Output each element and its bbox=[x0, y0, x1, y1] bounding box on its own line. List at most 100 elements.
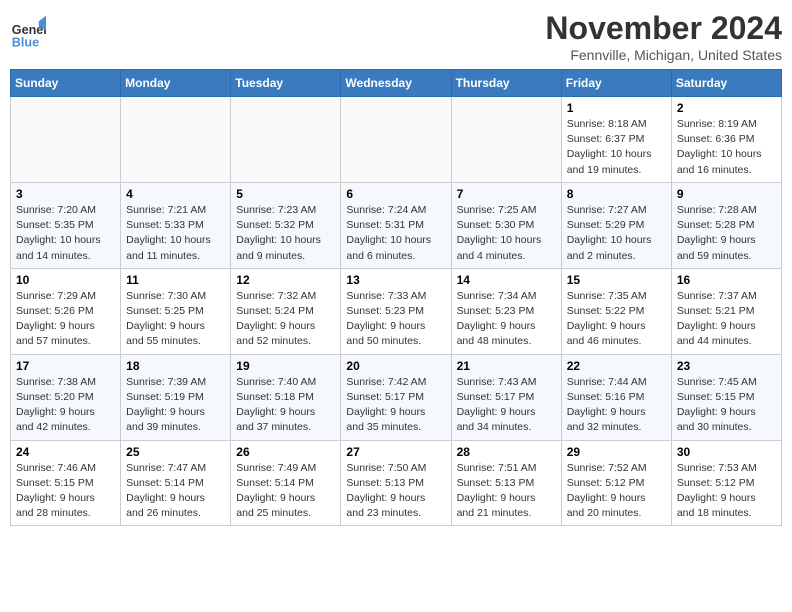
day-number: 15 bbox=[567, 273, 666, 287]
day-info: Sunrise: 7:33 AM Sunset: 5:23 PM Dayligh… bbox=[346, 289, 445, 350]
logo-icon: General Blue bbox=[10, 14, 46, 50]
day-info: Sunrise: 7:35 AM Sunset: 5:22 PM Dayligh… bbox=[567, 289, 666, 350]
day-number: 18 bbox=[126, 359, 225, 373]
day-number: 8 bbox=[567, 187, 666, 201]
calendar-cell bbox=[231, 97, 341, 183]
calendar-cell: 27 Sunrise: 7:50 AM Sunset: 5:13 PM Dayli… bbox=[341, 440, 451, 526]
location-title: Fennville, Michigan, United States bbox=[545, 47, 782, 63]
day-info: Sunrise: 7:52 AM Sunset: 5:12 PM Dayligh… bbox=[567, 461, 666, 522]
calendar-cell bbox=[11, 97, 121, 183]
calendar-cell: 6Sunrise: 7:24 AM Sunset: 5:31 PM Daylig… bbox=[341, 182, 451, 268]
calendar-week-5: 24 Sunrise: 7:46 AM Sunset: 5:15 PM Dayli… bbox=[11, 440, 782, 526]
day-info: Sunrise: 7:27 AM Sunset: 5:29 PM Dayligh… bbox=[567, 203, 666, 264]
day-info: Sunrise: 7:30 AM Sunset: 5:25 PM Dayligh… bbox=[126, 289, 225, 350]
calendar-cell: 1 Sunrise: 8:18 AM Sunset: 6:37 PM Daylig… bbox=[561, 97, 671, 183]
calendar-cell: 17Sunrise: 7:38 AM Sunset: 5:20 PM Dayli… bbox=[11, 354, 121, 440]
calendar-cell: 3Sunrise: 7:20 AM Sunset: 5:35 PM Daylig… bbox=[11, 182, 121, 268]
day-number: 16 bbox=[677, 273, 776, 287]
calendar-cell: 25 Sunrise: 7:47 AM Sunset: 5:14 PM Dayli… bbox=[121, 440, 231, 526]
calendar-week-2: 3Sunrise: 7:20 AM Sunset: 5:35 PM Daylig… bbox=[11, 182, 782, 268]
day-number: 1 bbox=[567, 101, 666, 115]
day-number: 29 bbox=[567, 445, 666, 459]
calendar-cell: 9Sunrise: 7:28 AM Sunset: 5:28 PM Daylig… bbox=[671, 182, 781, 268]
day-info: Sunrise: 7:37 AM Sunset: 5:21 PM Dayligh… bbox=[677, 289, 776, 350]
calendar-cell: 21 Sunrise: 7:43 AM Sunset: 5:17 PM Dayli… bbox=[451, 354, 561, 440]
calendar-cell: 8 Sunrise: 7:27 AM Sunset: 5:29 PM Daylig… bbox=[561, 182, 671, 268]
calendar-cell: 5Sunrise: 7:23 AM Sunset: 5:32 PM Daylig… bbox=[231, 182, 341, 268]
day-number: 23 bbox=[677, 359, 776, 373]
day-number: 24 bbox=[16, 445, 115, 459]
day-info: Sunrise: 7:21 AM Sunset: 5:33 PM Dayligh… bbox=[126, 203, 225, 264]
calendar-cell: 2 Sunrise: 8:19 AM Sunset: 6:36 PM Daylig… bbox=[671, 97, 781, 183]
month-title: November 2024 bbox=[545, 10, 782, 47]
calendar-week-3: 10 Sunrise: 7:29 AM Sunset: 5:26 PM Dayli… bbox=[11, 268, 782, 354]
calendar-cell: 19 Sunrise: 7:40 AM Sunset: 5:18 PM Dayli… bbox=[231, 354, 341, 440]
calendar-table: SundayMondayTuesdayWednesdayThursdayFrid… bbox=[10, 69, 782, 526]
title-area: November 2024 Fennville, Michigan, Unite… bbox=[545, 10, 782, 63]
day-info: Sunrise: 7:39 AM Sunset: 5:19 PM Dayligh… bbox=[126, 375, 225, 436]
calendar-cell: 18 Sunrise: 7:39 AM Sunset: 5:19 PM Dayli… bbox=[121, 354, 231, 440]
calendar-cell: 14 Sunrise: 7:34 AM Sunset: 5:23 PM Dayli… bbox=[451, 268, 561, 354]
day-number: 9 bbox=[677, 187, 776, 201]
day-number: 25 bbox=[126, 445, 225, 459]
day-number: 28 bbox=[457, 445, 556, 459]
calendar-cell: 22Sunrise: 7:44 AM Sunset: 5:16 PM Dayli… bbox=[561, 354, 671, 440]
day-info: Sunrise: 7:24 AM Sunset: 5:31 PM Dayligh… bbox=[346, 203, 445, 264]
calendar-week-4: 17Sunrise: 7:38 AM Sunset: 5:20 PM Dayli… bbox=[11, 354, 782, 440]
day-number: 22 bbox=[567, 359, 666, 373]
calendar-cell: 7 Sunrise: 7:25 AM Sunset: 5:30 PM Daylig… bbox=[451, 182, 561, 268]
header: General Blue November 2024 Fennville, Mi… bbox=[10, 10, 782, 63]
calendar-cell: 15 Sunrise: 7:35 AM Sunset: 5:22 PM Dayli… bbox=[561, 268, 671, 354]
day-info: Sunrise: 7:29 AM Sunset: 5:26 PM Dayligh… bbox=[16, 289, 115, 350]
day-number: 12 bbox=[236, 273, 335, 287]
day-info: Sunrise: 7:47 AM Sunset: 5:14 PM Dayligh… bbox=[126, 461, 225, 522]
logo: General Blue bbox=[10, 14, 46, 50]
day-number: 4 bbox=[126, 187, 225, 201]
day-info: Sunrise: 7:49 AM Sunset: 5:14 PM Dayligh… bbox=[236, 461, 335, 522]
calendar-cell: 13 Sunrise: 7:33 AM Sunset: 5:23 PM Dayli… bbox=[341, 268, 451, 354]
calendar-header-sunday: Sunday bbox=[11, 70, 121, 97]
day-info: Sunrise: 7:32 AM Sunset: 5:24 PM Dayligh… bbox=[236, 289, 335, 350]
calendar-cell: 12 Sunrise: 7:32 AM Sunset: 5:24 PM Dayli… bbox=[231, 268, 341, 354]
calendar-cell: 23 Sunrise: 7:45 AM Sunset: 5:15 PM Dayli… bbox=[671, 354, 781, 440]
day-number: 14 bbox=[457, 273, 556, 287]
day-info: Sunrise: 7:43 AM Sunset: 5:17 PM Dayligh… bbox=[457, 375, 556, 436]
day-info: Sunrise: 8:19 AM Sunset: 6:36 PM Dayligh… bbox=[677, 117, 776, 178]
day-number: 2 bbox=[677, 101, 776, 115]
calendar-header-row: SundayMondayTuesdayWednesdayThursdayFrid… bbox=[11, 70, 782, 97]
calendar-cell: 11 Sunrise: 7:30 AM Sunset: 5:25 PM Dayli… bbox=[121, 268, 231, 354]
calendar-week-1: 1 Sunrise: 8:18 AM Sunset: 6:37 PM Daylig… bbox=[11, 97, 782, 183]
day-info: Sunrise: 7:25 AM Sunset: 5:30 PM Dayligh… bbox=[457, 203, 556, 264]
calendar-header-friday: Friday bbox=[561, 70, 671, 97]
day-info: Sunrise: 8:18 AM Sunset: 6:37 PM Dayligh… bbox=[567, 117, 666, 178]
day-info: Sunrise: 7:51 AM Sunset: 5:13 PM Dayligh… bbox=[457, 461, 556, 522]
day-info: Sunrise: 7:42 AM Sunset: 5:17 PM Dayligh… bbox=[346, 375, 445, 436]
day-info: Sunrise: 7:50 AM Sunset: 5:13 PM Dayligh… bbox=[346, 461, 445, 522]
day-info: Sunrise: 7:46 AM Sunset: 5:15 PM Dayligh… bbox=[16, 461, 115, 522]
day-number: 30 bbox=[677, 445, 776, 459]
day-number: 13 bbox=[346, 273, 445, 287]
day-info: Sunrise: 7:40 AM Sunset: 5:18 PM Dayligh… bbox=[236, 375, 335, 436]
day-number: 10 bbox=[16, 273, 115, 287]
day-info: Sunrise: 7:34 AM Sunset: 5:23 PM Dayligh… bbox=[457, 289, 556, 350]
day-number: 3 bbox=[16, 187, 115, 201]
svg-text:Blue: Blue bbox=[12, 35, 39, 49]
calendar-cell: 24 Sunrise: 7:46 AM Sunset: 5:15 PM Dayli… bbox=[11, 440, 121, 526]
day-number: 26 bbox=[236, 445, 335, 459]
calendar-header-saturday: Saturday bbox=[671, 70, 781, 97]
calendar-cell: 28 Sunrise: 7:51 AM Sunset: 5:13 PM Dayli… bbox=[451, 440, 561, 526]
day-number: 11 bbox=[126, 273, 225, 287]
day-number: 7 bbox=[457, 187, 556, 201]
calendar-cell: 29 Sunrise: 7:52 AM Sunset: 5:12 PM Dayli… bbox=[561, 440, 671, 526]
calendar-cell: 10 Sunrise: 7:29 AM Sunset: 5:26 PM Dayli… bbox=[11, 268, 121, 354]
day-number: 27 bbox=[346, 445, 445, 459]
calendar-cell: 30Sunrise: 7:53 AM Sunset: 5:12 PM Dayli… bbox=[671, 440, 781, 526]
day-number: 19 bbox=[236, 359, 335, 373]
calendar-cell: 26 Sunrise: 7:49 AM Sunset: 5:14 PM Dayli… bbox=[231, 440, 341, 526]
calendar-header-tuesday: Tuesday bbox=[231, 70, 341, 97]
calendar-cell: 4 Sunrise: 7:21 AM Sunset: 5:33 PM Daylig… bbox=[121, 182, 231, 268]
calendar-cell: 16 Sunrise: 7:37 AM Sunset: 5:21 PM Dayli… bbox=[671, 268, 781, 354]
day-number: 21 bbox=[457, 359, 556, 373]
day-number: 20 bbox=[346, 359, 445, 373]
day-info: Sunrise: 7:45 AM Sunset: 5:15 PM Dayligh… bbox=[677, 375, 776, 436]
